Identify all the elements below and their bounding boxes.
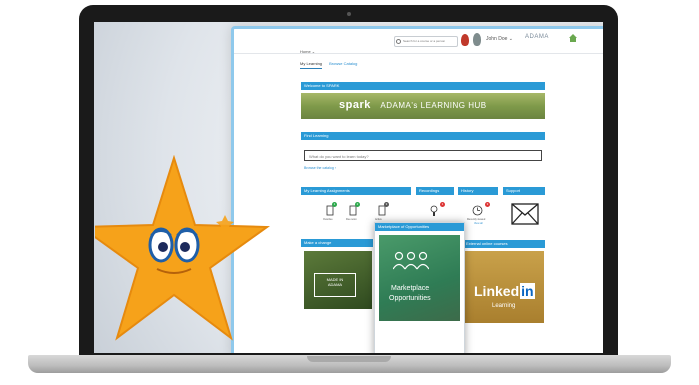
- tab-bar: My Learning Browse Catalog: [300, 61, 363, 69]
- marketplace-caption-1: Marketplace: [391, 285, 430, 292]
- history-view-all-link[interactable]: View all: [474, 222, 483, 225]
- home-dropdown[interactable]: Home ⌄: [300, 49, 315, 54]
- history-item-label: Recently viewed: [467, 218, 486, 221]
- linkedin-wordmark: Linked in: [474, 283, 535, 299]
- external-courses-header: External online courses: [463, 240, 545, 248]
- overdue-count-badge: 1: [332, 202, 337, 207]
- history-header: History: [458, 187, 498, 195]
- user-avatar[interactable]: [473, 33, 481, 46]
- banner-subtitle: ADAMA's LEARNING HUB: [380, 101, 487, 110]
- search-icon: [396, 39, 401, 44]
- global-search-input[interactable]: Search for a course or a person: [394, 36, 458, 47]
- mail-icon[interactable]: [511, 203, 539, 225]
- banner-text: spark ADAMA's LEARNING HUB: [339, 99, 487, 111]
- user-menu[interactable]: John Doe ⌄: [486, 36, 513, 42]
- lightbulb-icon[interactable]: [430, 205, 438, 217]
- notification-avatar[interactable]: [461, 34, 469, 46]
- find-learning-header: Find Learning: [301, 132, 545, 140]
- find-learning-input[interactable]: What do you want to learn today?: [304, 150, 542, 161]
- marketplace-caption-2: Opportunities: [389, 295, 431, 302]
- clock-icon[interactable]: [472, 205, 483, 216]
- marketplace-card[interactable]: Marketplace of Opportunities Marketplace…: [374, 222, 465, 353]
- home-icon[interactable]: [568, 33, 578, 43]
- linkedin-text: Linked: [474, 283, 520, 299]
- make-change-header: Make a change: [301, 239, 373, 247]
- recordings-header: Recordings: [416, 187, 454, 195]
- due-soon-count-badge: 2: [355, 202, 360, 207]
- logo-line-2: ADAMA: [327, 282, 343, 287]
- overdue-label: Overdue: [323, 218, 333, 221]
- marketplace-header: Marketplace of Opportunities: [375, 223, 464, 231]
- linkedin-learning-tile[interactable]: Linked in Learning: [464, 251, 544, 323]
- banner-brand: spark: [339, 99, 371, 111]
- laptop-notch: [307, 356, 391, 362]
- due-soon-label: Due soon: [346, 218, 357, 221]
- brand-name: ADAMA: [525, 34, 549, 40]
- webcam: [347, 12, 351, 16]
- support-header: Support: [503, 187, 545, 195]
- linkedin-subtitle: Learning: [492, 303, 516, 309]
- made-in-adama-logo: MADE IN ADAMA: [314, 273, 356, 297]
- star-mascot: [95, 155, 270, 341]
- linkedin-in-badge: in: [520, 283, 535, 299]
- top-bar: Search for a course or a person John Doe…: [234, 29, 603, 54]
- marketplace-image: Marketplace Opportunities: [379, 235, 460, 321]
- assignments-header: My Learning Assignments: [301, 187, 411, 195]
- people-icon: [393, 251, 429, 270]
- global-search-placeholder: Search for a course or a person: [403, 39, 446, 43]
- recordings-badge: 1: [440, 202, 445, 207]
- tab-my-learning[interactable]: My Learning: [300, 61, 323, 69]
- browse-catalog-link[interactable]: Browse the catalog ›: [304, 166, 336, 170]
- tab-browse-catalog[interactable]: Browse Catalog: [329, 61, 357, 68]
- active-count-badge: 3: [384, 202, 389, 207]
- history-badge: 3: [485, 202, 490, 207]
- learning-hub-window: Search for a course or a person John Doe…: [231, 26, 603, 353]
- welcome-header: Welcome to SPARK: [301, 82, 545, 90]
- made-in-adama-tile[interactable]: MADE IN ADAMA: [304, 251, 372, 309]
- welcome-banner[interactable]: spark ADAMA's LEARNING HUB: [301, 93, 545, 119]
- active-label: Active: [375, 218, 382, 221]
